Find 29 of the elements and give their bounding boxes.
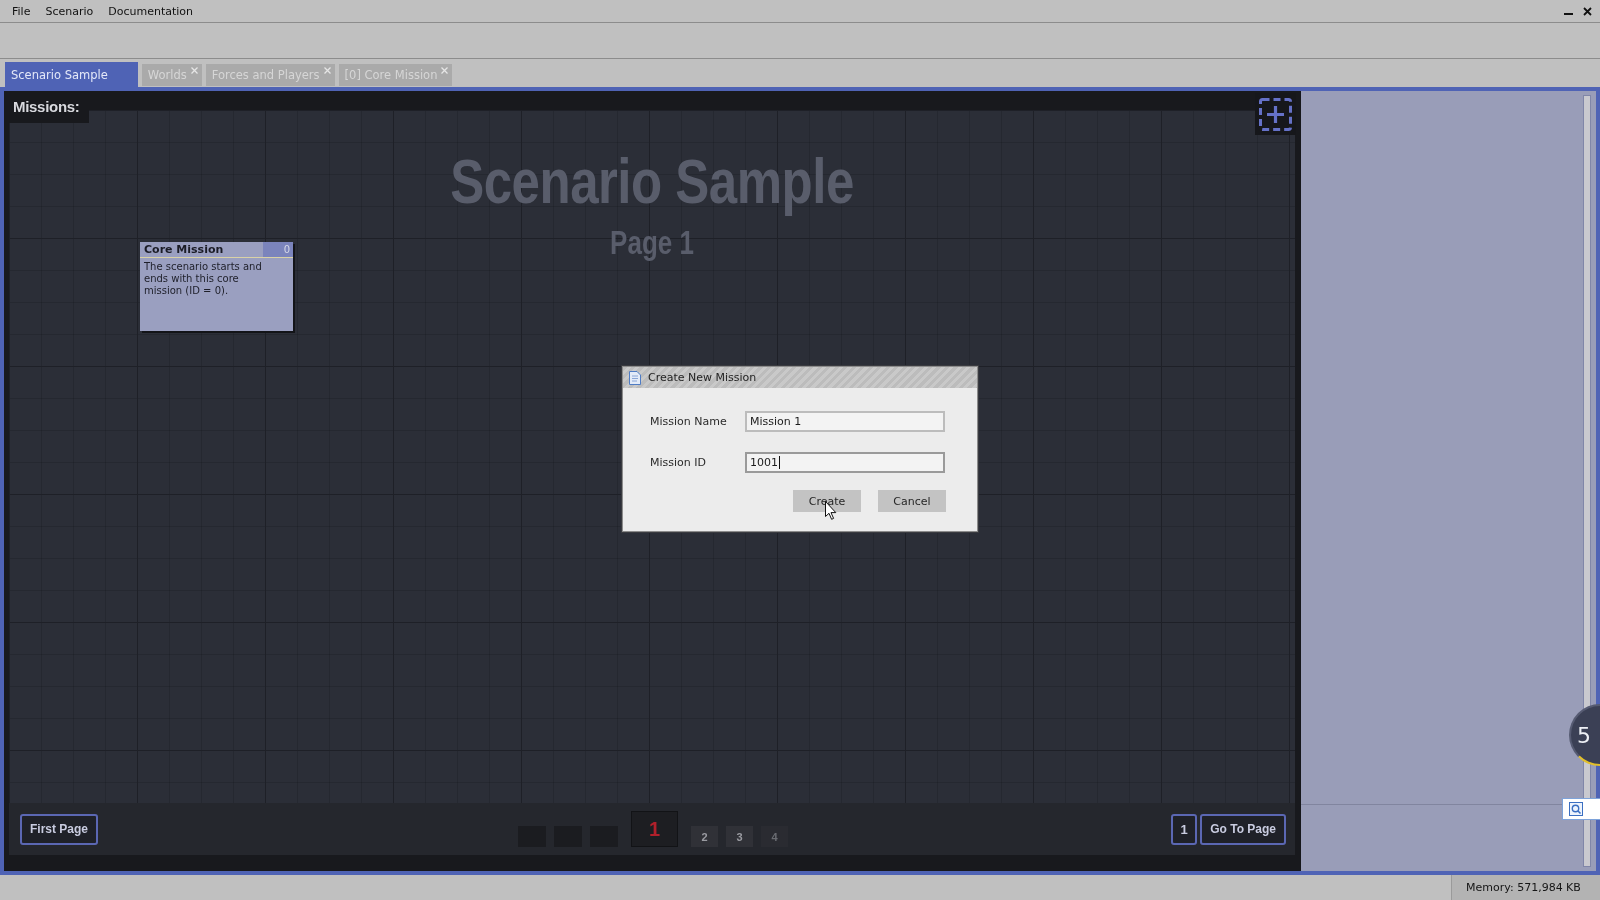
field-label: Mission Name [650,415,728,428]
text-input[interactable]: Mission 1 [745,411,945,432]
text-caret-icon [779,456,780,469]
document-icon [629,370,641,385]
page-button[interactable]: 2 [691,826,718,847]
go-to-page-button[interactable]: Go To Page [1200,813,1286,845]
input-method-toolbar[interactable] [1562,798,1600,820]
field-label: Mission ID [650,456,707,469]
canvas-title: Scenario Sample [450,149,854,214]
first-page-button[interactable]: First Page [20,813,99,845]
dialog-button[interactable]: Cancel [878,490,946,512]
mission-title: Core Mission [143,242,225,257]
mission-description: The scenario starts and ends with this core mission (ID = 0). [143,260,263,298]
menu-item[interactable]: Scenario [39,2,100,20]
page-number-input[interactable]: 1 [1171,813,1198,845]
add-icon [1259,97,1292,131]
mission-card[interactable]: Core Mission 0 The scenario starts and ends with this core mission (ID = 0). [140,242,293,331]
page-button[interactable]: 3 [726,826,753,847]
text-input[interactable]: 1001 [745,452,945,473]
tab[interactable]: Scenario Sample [5,62,138,87]
menu-item[interactable]: Documentation [102,2,200,20]
input-method-icon [1569,802,1583,816]
close-icon[interactable] [1583,6,1592,16]
menu-item[interactable]: File [6,2,37,20]
dialog-title: Create New Mission [648,371,757,384]
page-title: Page 1 [610,225,694,259]
mission-id: 0 [263,242,293,257]
memory-indicator: Memory: 571,984 KB [1451,875,1600,900]
dialog-button[interactable]: Create [793,490,861,512]
